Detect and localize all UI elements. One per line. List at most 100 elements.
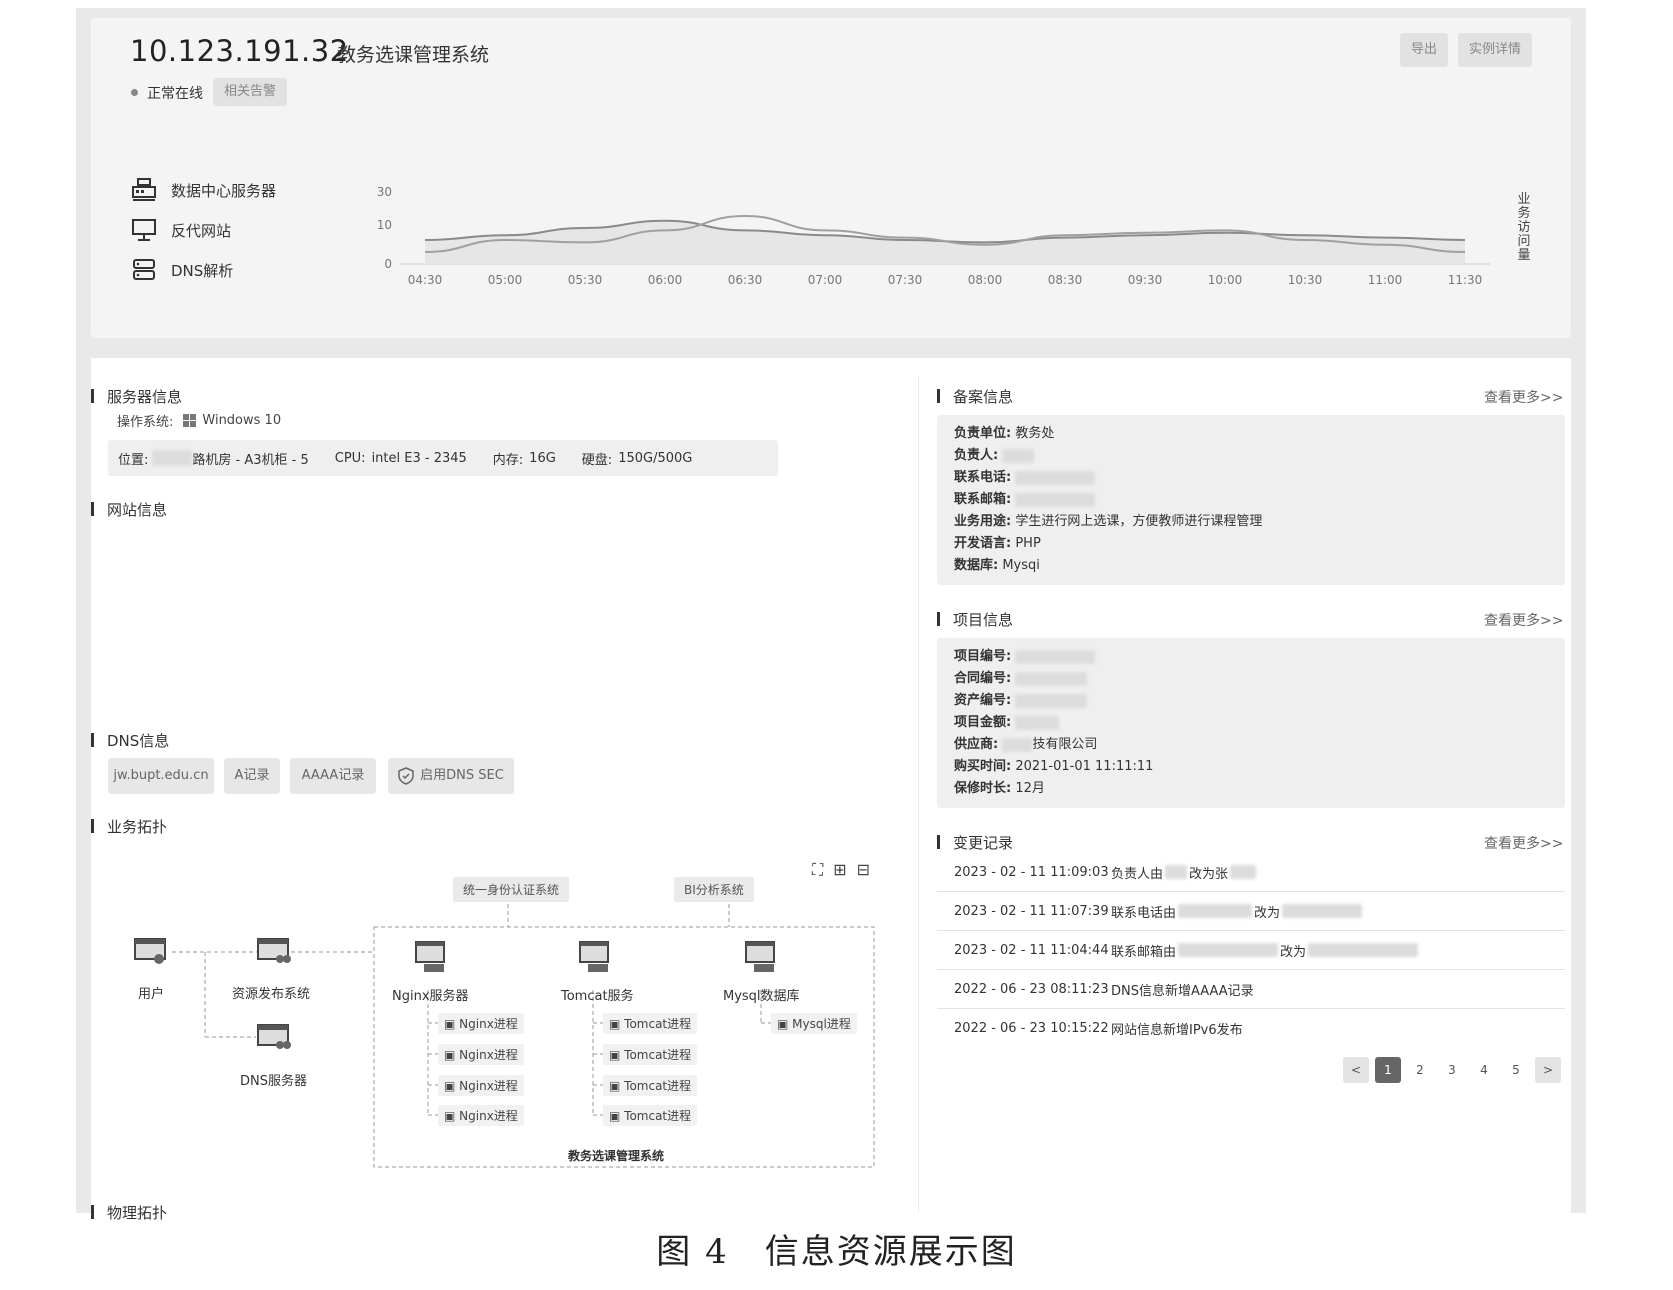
- info-row: 联系邮箱:: [937, 489, 1565, 511]
- process-label: Tomcat进程: [624, 1048, 692, 1062]
- server-icon: [132, 178, 156, 201]
- service-item-server[interactable]: 数据中心服务器: [131, 178, 276, 202]
- cpu-value: intel E3 - 2345: [371, 450, 467, 466]
- service-item-dns[interactable]: DNS解析: [131, 258, 233, 282]
- process-icon: ▣: [444, 1017, 460, 1031]
- change-text: 联系邮箱由: [1111, 944, 1177, 960]
- column-divider: [918, 375, 919, 1213]
- dns-info-title: DNS信息: [91, 730, 169, 751]
- page-button[interactable]: 3: [1439, 1057, 1465, 1083]
- website-info-title: 网站信息: [91, 499, 167, 520]
- info-row: 资产编号:: [937, 690, 1565, 712]
- x-tick-label: 06:30: [728, 273, 763, 287]
- user-label: 用户: [138, 987, 165, 1002]
- process-icon: ▣: [609, 1109, 625, 1123]
- bi-system-node[interactable]: BI分析系统: [674, 877, 754, 902]
- aaaa-record-tag[interactable]: AAAA记录: [290, 758, 376, 794]
- info-value: 教务处: [1015, 426, 1055, 441]
- shield-icon: [398, 767, 414, 785]
- x-tick-label: 08:00: [968, 273, 1003, 287]
- redacted-text: [1178, 943, 1279, 957]
- redacted-text: [1308, 943, 1419, 957]
- x-tick-label: 10:00: [1208, 273, 1243, 287]
- service-label: 反代网站: [171, 221, 232, 240]
- page-button[interactable]: 4: [1471, 1057, 1497, 1083]
- auth-system-node[interactable]: 统一身份认证系统: [453, 877, 570, 902]
- filing-info-title: 备案信息: [937, 386, 1013, 407]
- tomcat-process: ▣ Tomcat进程: [603, 1044, 698, 1065]
- alarm-button[interactable]: 相关告警: [213, 78, 287, 106]
- tomcat-process: ▣ Tomcat进程: [603, 1075, 698, 1096]
- os-label: 操作系统:: [117, 415, 174, 430]
- process-icon: ▣: [777, 1017, 793, 1031]
- page-button[interactable]: 2: [1407, 1057, 1433, 1083]
- figure-caption: 图 4 信息资源展示图: [656, 1232, 1017, 1272]
- resource-system-label: 资源发布系统: [232, 987, 311, 1002]
- process-label: Tomcat进程: [624, 1017, 692, 1031]
- os-line: 操作系统: Windows 10: [117, 411, 281, 430]
- process-label: Mysql进程: [792, 1017, 851, 1031]
- info-key: 保修时长:: [954, 781, 1012, 796]
- change-text-suffix: 改为: [1254, 905, 1281, 921]
- info-row: 负责人:: [937, 445, 1565, 467]
- process-icon: ▣: [609, 1048, 625, 1062]
- redacted-text: [1015, 671, 1088, 686]
- y-axis-title-char: 问: [1517, 234, 1531, 249]
- export-button[interactable]: 导出: [1400, 33, 1448, 67]
- info-key: 负责单位:: [954, 426, 1012, 441]
- dns-server-label: DNS服务器: [240, 1074, 307, 1089]
- process-label: Nginx进程: [459, 1048, 518, 1062]
- service-item-proxy[interactable]: 反代网站: [131, 218, 231, 242]
- dns-domain-tag[interactable]: jw.bupt.edu.cn: [108, 758, 214, 794]
- mysql-server-icon: [745, 941, 775, 972]
- x-tick-label: 11:30: [1448, 273, 1483, 287]
- project-info-box: 项目编号: 合同编号: 资产编号: 项目金额: 供应商: 技有限公司 购买时间:…: [937, 638, 1565, 808]
- tomcat-process: ▣ Tomcat进程: [603, 1105, 698, 1126]
- change-time: 2023 - 02 - 11 11:04:44: [954, 942, 1109, 958]
- prev-page-button[interactable]: <: [1343, 1057, 1369, 1083]
- nginx-process: ▣ Nginx进程: [438, 1044, 524, 1065]
- change-text: 联系电话由: [1111, 905, 1177, 921]
- info-key: 开发语言:: [954, 536, 1012, 551]
- nginx-process: ▣ Nginx进程: [438, 1013, 524, 1034]
- x-tick-label: 10:30: [1288, 273, 1323, 287]
- info-key: 供应商:: [954, 737, 999, 752]
- redacted-text: [1015, 470, 1096, 485]
- info-row: 保修时长: 12月: [937, 778, 1565, 800]
- instance-detail-button[interactable]: 实例详情: [1458, 33, 1532, 67]
- y-tick-label: 10: [377, 218, 392, 232]
- info-value: 2021-01-01 11:11:11: [1015, 759, 1154, 774]
- change-log-more-link[interactable]: 查看更多>>: [1484, 833, 1563, 853]
- x-tick-label: 07:00: [808, 273, 843, 287]
- x-tick-label: 11:00: [1368, 273, 1403, 287]
- project-info-title: 项目信息: [937, 609, 1013, 630]
- process-icon: ▣: [444, 1079, 460, 1093]
- a-record-tag[interactable]: A记录: [224, 758, 280, 794]
- change-time: 2023 - 02 - 11 11:07:39: [954, 903, 1109, 919]
- disk-value: 150G/500G: [618, 450, 693, 466]
- page-button[interactable]: 1: [1375, 1057, 1401, 1083]
- page-button[interactable]: 5: [1503, 1057, 1529, 1083]
- location-value: 路机房 - A3机柜 - 5: [192, 452, 309, 468]
- cpu-label: CPU:: [334, 450, 366, 466]
- dns-icon: [133, 259, 155, 280]
- change-row: 2023 - 02 - 11 11:09:03 负责人由 改为张: [937, 853, 1565, 892]
- change-text-suffix: 改为张: [1189, 866, 1229, 882]
- info-row: 联系电话:: [937, 467, 1565, 489]
- resource-system-icon: [257, 938, 291, 963]
- info-key: 联系电话:: [954, 470, 1012, 485]
- y-axis-title-char: 访: [1517, 220, 1531, 235]
- info-key: 资产编号:: [954, 693, 1012, 708]
- y-axis-title-char: 务: [1517, 206, 1531, 221]
- process-label: Nginx进程: [459, 1017, 518, 1031]
- info-row: 合同编号:: [937, 668, 1565, 690]
- project-more-link[interactable]: 查看更多>>: [1484, 610, 1563, 630]
- info-row: 负责单位: 教务处: [937, 423, 1565, 445]
- dnssec-tag[interactable]: 启用DNS SEC: [388, 758, 514, 794]
- info-row: 项目编号:: [937, 646, 1565, 668]
- next-page-button[interactable]: >: [1535, 1057, 1561, 1083]
- info-key: 项目金额:: [954, 715, 1012, 730]
- y-axis-title-char: 量: [1517, 248, 1531, 263]
- filing-more-link[interactable]: 查看更多>>: [1484, 387, 1563, 407]
- change-text: 网站信息新增IPv6发布: [1111, 1022, 1243, 1038]
